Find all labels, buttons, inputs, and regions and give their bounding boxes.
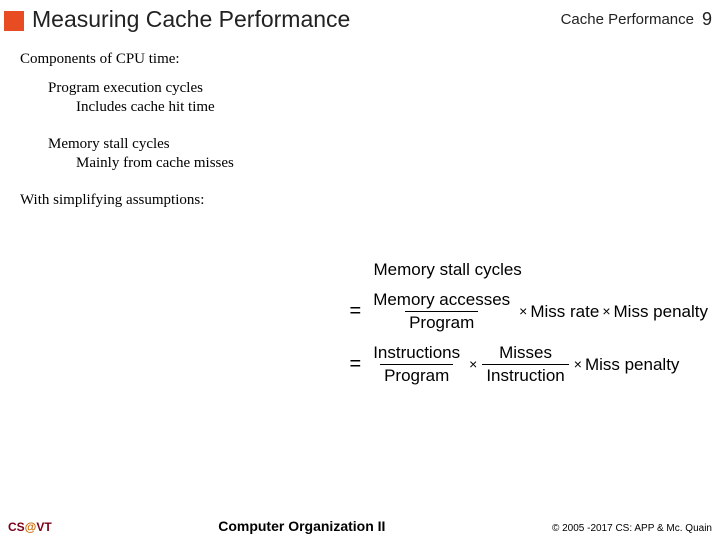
page-title: Measuring Cache Performance (32, 6, 561, 33)
heading-assumptions: With simplifying assumptions: (20, 192, 700, 209)
item-prog-exec: Program execution cycles (48, 80, 700, 97)
term-miss-penalty: Miss penalty (614, 302, 708, 322)
times-icon: × (519, 303, 527, 319)
frac-den: Program (405, 311, 478, 333)
frac-den: Instruction (482, 364, 568, 386)
equation-line-1: = Memory accesses Program × Miss rate × … (350, 290, 709, 333)
frac-num: Misses (495, 343, 556, 364)
fraction-misses-instruction: Misses Instruction (482, 343, 568, 386)
equals-icon: = (350, 300, 362, 323)
footer-left: CS@VT (8, 520, 52, 534)
body-content: Components of CPU time: Program executio… (0, 37, 720, 209)
footer-vt: VT (36, 520, 51, 534)
item-prog-exec-sub: Includes cache hit time (76, 99, 700, 116)
item-mem-stall-sub: Mainly from cache misses (76, 155, 700, 172)
fraction-memacc-program: Memory accesses Program (369, 290, 514, 333)
footer-cs: CS (8, 520, 25, 534)
frac-den: Program (380, 364, 453, 386)
term-miss-penalty: Miss penalty (585, 355, 679, 375)
footer-at: @ (25, 520, 37, 534)
eq-lhs-text: Memory stall cycles (374, 260, 522, 280)
equation-block: Memory stall cycles = Memory accesses Pr… (350, 260, 709, 396)
footer-right: © 2005 -2017 CS: APP & Mc. Quain (552, 523, 712, 534)
equals-icon: = (350, 353, 362, 376)
page-number: 9 (702, 9, 712, 30)
equation-lhs: Memory stall cycles (350, 260, 709, 280)
section-label: Cache Performance (561, 11, 694, 28)
footer: CS@VT Computer Organization II © 2005 -2… (0, 518, 720, 534)
times-icon: × (469, 356, 477, 372)
times-icon: × (574, 356, 582, 372)
frac-num: Memory accesses (369, 290, 514, 311)
header: Measuring Cache Performance Cache Perfor… (0, 0, 720, 37)
heading-components: Components of CPU time: (20, 51, 700, 68)
footer-center: Computer Organization II (52, 518, 552, 534)
frac-num: Instructions (369, 343, 464, 364)
item-mem-stall: Memory stall cycles (48, 136, 700, 153)
slide: Measuring Cache Performance Cache Perfor… (0, 0, 720, 540)
times-icon: × (602, 303, 610, 319)
term-miss-rate: Miss rate (530, 302, 599, 322)
fraction-instr-program: Instructions Program (369, 343, 464, 386)
title-bullet-icon (4, 11, 24, 31)
equation-line-2: = Instructions Program × Misses Instruct… (350, 343, 709, 386)
